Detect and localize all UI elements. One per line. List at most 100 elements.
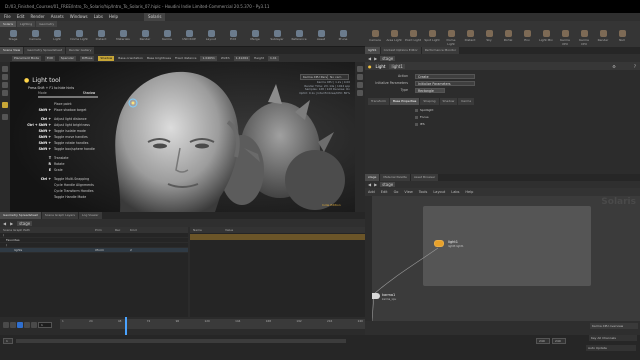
gear-icon[interactable]: ⚙: [612, 64, 616, 69]
fixed-distance-field[interactable]: 1.04651: [200, 55, 217, 61]
rshelf-portal[interactable]: Portal: [500, 29, 516, 46]
rshelf-camera[interactable]: Camera: [367, 29, 383, 46]
lower-path[interactable]: stage: [17, 220, 33, 226]
step-forward-icon[interactable]: [24, 322, 30, 328]
shelf-tool-reference[interactable]: Reference: [288, 29, 310, 46]
nmenu-view[interactable]: View: [404, 188, 412, 196]
shading-icon[interactable]: [357, 74, 363, 80]
tab-material-palette[interactable]: Material Palette: [380, 174, 410, 181]
shelf-tab-geometry[interactable]: Geometry: [36, 21, 58, 27]
network-editor[interactable]: Solaris light1 light3 light1 karma1 karm…: [372, 196, 640, 321]
nmenu-tools[interactable]: Tools: [419, 188, 428, 196]
tab-geometry-spreadsheet[interactable]: Geometry Spreadsheet: [24, 47, 66, 54]
back-icon[interactable]: ◀: [368, 56, 371, 61]
shelf-tool-materials[interactable]: Materials: [112, 29, 134, 46]
shelf-tool-light[interactable]: Light: [46, 29, 68, 46]
shadow-mode[interactable]: Shadow: [98, 55, 115, 61]
col-rec[interactable]: Rec: [115, 227, 130, 233]
base-brightness[interactable]: Base brightness: [147, 56, 171, 60]
help-icon[interactable]: ?: [634, 64, 636, 69]
tab-log-viewer[interactable]: Log Viewer: [79, 212, 102, 219]
menu-assets[interactable]: Assets: [51, 13, 64, 21]
width-field[interactable]: 1.41264: [233, 55, 251, 61]
menu-windows[interactable]: Windows: [70, 13, 88, 21]
tab-scene-graph-layers[interactable]: Scene Graph Layers: [41, 212, 78, 219]
nmenu-edit[interactable]: Edit: [381, 188, 388, 196]
tab-scene-view[interactable]: Scene View: [0, 47, 24, 54]
view-tool-icon[interactable]: [2, 114, 8, 120]
shelf-tool-distant[interactable]: Distant: [90, 29, 112, 46]
snapshot-icon[interactable]: [357, 90, 363, 96]
shelf-tool-sublayer[interactable]: Sublayer: [266, 29, 288, 46]
shelf-tool-layout[interactable]: Layout: [200, 29, 222, 46]
shelf-tool-render[interactable]: Render: [134, 29, 156, 46]
specular-mode[interactable]: Specular: [58, 55, 76, 61]
shelf-tool-stage[interactable]: Stage: [2, 29, 24, 46]
rotate-tool-icon[interactable]: [2, 82, 8, 88]
shelf-tool-edit[interactable]: Edit: [222, 29, 244, 46]
col-kind[interactable]: Kind: [130, 227, 150, 233]
network-path[interactable]: stage: [380, 182, 396, 187]
frame-field[interactable]: 1: [38, 322, 52, 328]
spotlight-checkbox[interactable]: Spotlight: [415, 108, 433, 113]
nmenu-add[interactable]: Add: [368, 188, 375, 196]
rshelf-karma-xpu[interactable]: Karma XPU: [557, 29, 573, 46]
shelf-tab-solaris[interactable]: Solaris: [0, 21, 17, 27]
nmenu-help[interactable]: Help: [465, 188, 473, 196]
tab-context-options[interactable]: Context Options Editor: [380, 47, 421, 54]
jump-start-icon[interactable]: [3, 322, 9, 328]
tab-stage[interactable]: stage: [365, 174, 380, 181]
shelf-tool-camera[interactable]: Camera: [24, 29, 46, 46]
karma1-node[interactable]: [372, 293, 380, 299]
shelf-tab-lighting[interactable]: Lighting: [17, 21, 36, 27]
height-field[interactable]: 1.41: [267, 55, 279, 61]
tab-render-gallery[interactable]: Render Gallery: [66, 47, 95, 54]
rshelf-area-light[interactable]: Area Light: [386, 29, 402, 46]
shelf-tool-dome[interactable]: Dome Light: [68, 29, 90, 46]
property-row-selected[interactable]: [190, 234, 365, 240]
nmenu-go[interactable]: Go: [394, 188, 399, 196]
tree-row-lights[interactable]: lights Xform 2: [0, 248, 188, 253]
forward-icon[interactable]: ▶: [374, 182, 377, 187]
light-tool-icon[interactable]: [2, 102, 8, 108]
node-name-field[interactable]: light1: [389, 63, 405, 69]
rshelf-lightmix[interactable]: Light Mix: [538, 29, 554, 46]
ptab-base-properties[interactable]: Base Properties: [389, 98, 420, 105]
rshelf-render[interactable]: Render: [595, 29, 611, 46]
shelf-tool-usdrop[interactable]: USD ROP: [178, 29, 200, 46]
move-tool-icon[interactable]: [2, 74, 8, 80]
ies-checkbox[interactable]: IES: [415, 122, 425, 127]
rshelf-dome-light[interactable]: Dome Light: [443, 29, 459, 46]
menu-edit[interactable]: Edit: [17, 13, 25, 21]
base-orientation[interactable]: Base orientation: [118, 56, 143, 60]
karma-overview-button[interactable]: Karma XPU overview: [590, 323, 638, 329]
end-frame-a[interactable]: 240: [536, 338, 550, 344]
range-slider[interactable]: [16, 339, 346, 343]
diffuse-mode[interactable]: Diffuse: [79, 55, 95, 61]
col-name[interactable]: Name: [190, 227, 225, 233]
end-frame-b[interactable]: 240: [552, 338, 566, 344]
col-prim[interactable]: Prim: [95, 227, 115, 233]
back-icon[interactable]: ◀: [368, 182, 371, 187]
menu-labs[interactable]: Labs: [94, 13, 103, 21]
timeline-ruler[interactable]: 1 24 48 72 96 120 144 168 192 216 240: [60, 319, 365, 329]
lighting-icon[interactable]: [357, 82, 363, 88]
tab-light1[interactable]: light1: [365, 47, 380, 54]
shelf-tool-prune[interactable]: Prune: [332, 29, 354, 46]
rshelf-env[interactable]: Env: [519, 29, 535, 46]
placement-mode[interactable]: Placement Mode: [12, 55, 41, 61]
ptab-shadow[interactable]: Shadow: [439, 98, 458, 105]
menu-file[interactable]: File: [4, 13, 11, 21]
ptab-shaping[interactable]: Shaping: [420, 98, 439, 105]
ptab-transform[interactable]: Transform: [368, 98, 389, 105]
action-menu[interactable]: Create: [415, 73, 475, 79]
rshelf-sky[interactable]: Sky: [481, 29, 497, 46]
menu-render[interactable]: Render: [30, 13, 44, 21]
param-path[interactable]: stage: [380, 55, 396, 61]
tab-performance-monitor[interactable]: Performance Monitor: [421, 47, 460, 54]
light-type-menu[interactable]: Rectangle: [415, 87, 445, 93]
shelf-tool-asset[interactable]: Asset: [310, 29, 332, 46]
display-options-icon[interactable]: [357, 66, 363, 72]
rshelf-distant[interactable]: Distant: [462, 29, 478, 46]
forward-icon[interactable]: ▶: [374, 56, 377, 61]
